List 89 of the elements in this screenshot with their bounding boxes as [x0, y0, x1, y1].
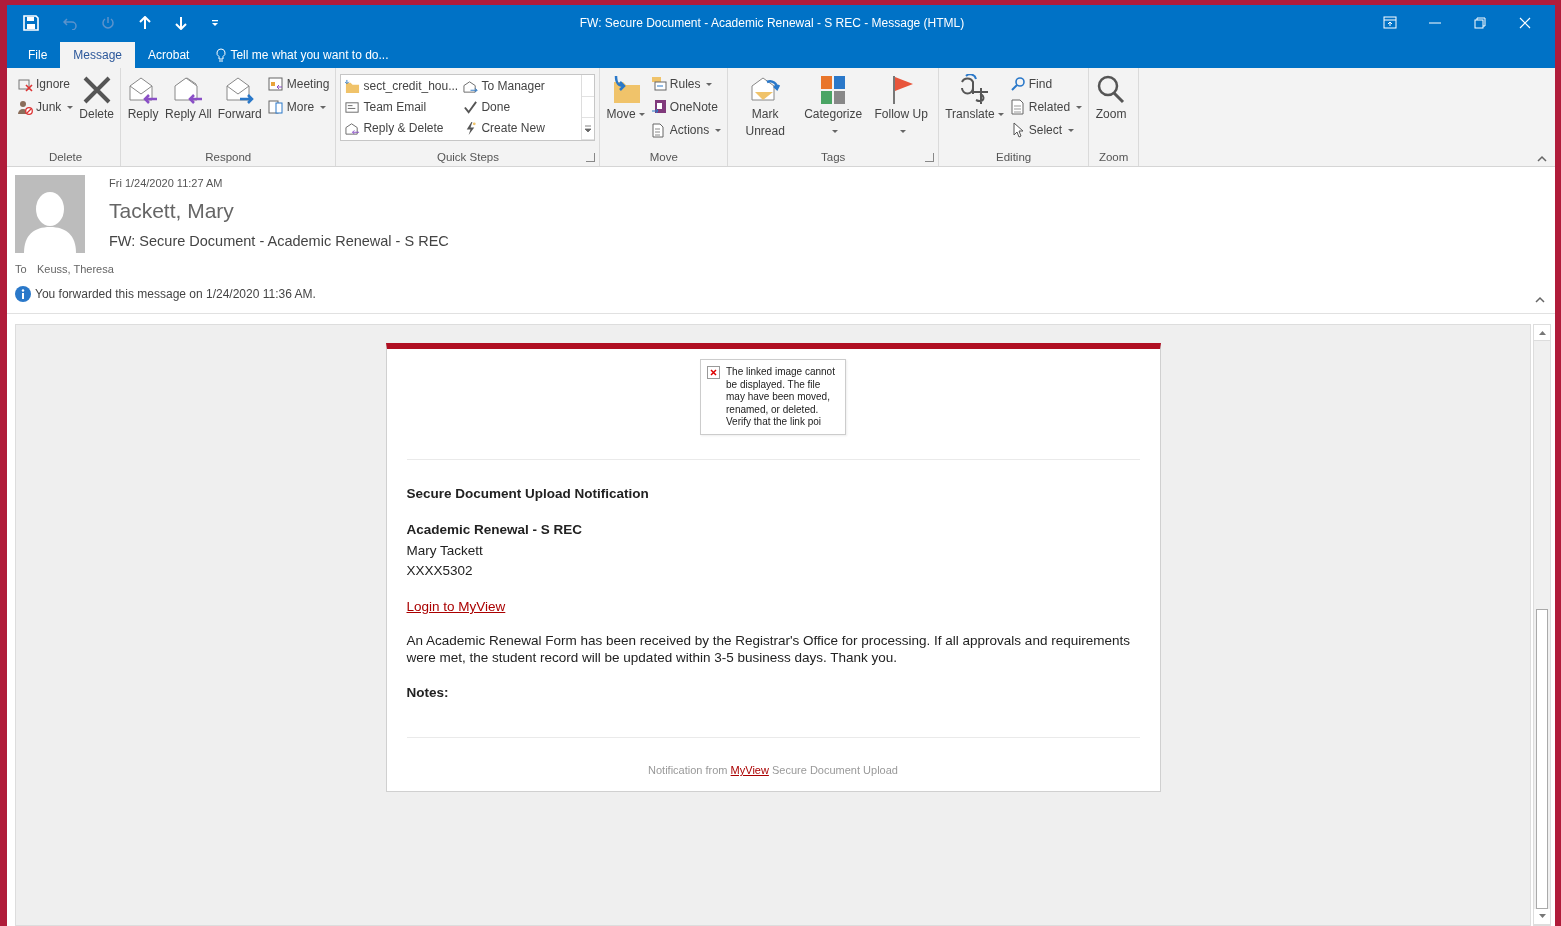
ribbon-button[interactable]: Rules: [648, 73, 724, 95]
group-label: Delete: [48, 150, 83, 163]
footer-text: Secure Document Upload: [771, 764, 898, 777]
message-date: Fri 1/24/2020 11:27 AM: [109, 175, 224, 191]
collapse-ribbon-icon[interactable]: [1537, 154, 1547, 162]
group-label: Quick Steps: [436, 150, 499, 163]
ribbon-tab[interactable]: Message: [60, 41, 136, 68]
checkmark-icon: [463, 99, 479, 115]
ribbon-button[interactable]: Categorize: [800, 71, 867, 148]
to-label: To: [15, 261, 28, 277]
ribbon-button[interactable]: Find: [1007, 73, 1085, 95]
group-label: Move: [649, 150, 678, 163]
scroll-down-icon[interactable]: [1538, 914, 1546, 919]
ribbon-button[interactable]: Junk: [15, 96, 76, 118]
ribbon-button[interactable]: Move: [604, 71, 647, 148]
email-heading: Secure Document Upload Notification: [406, 485, 650, 503]
notebook-icon: [650, 99, 667, 116]
reply-delete-icon: [345, 120, 361, 136]
ribbon-button[interactable]: More: [265, 96, 332, 118]
document-icon: [650, 122, 667, 139]
ribbon-button[interactable]: Forward: [215, 71, 264, 148]
footer-text: Notification from: [648, 764, 728, 777]
envelope-icon: [345, 99, 361, 115]
message-subject: FW: Secure Document - Academic Renewal - S REC: [109, 231, 449, 251]
quick-step-item[interactable]: Team Email: [343, 96, 462, 118]
collapse-header-icon[interactable]: [1535, 296, 1545, 303]
ribbon-button[interactable]: Actions: [648, 119, 724, 141]
more-icon: [267, 99, 284, 116]
ribbon-button[interactable]: Reply All: [163, 71, 214, 148]
student-id: XXXX5302: [406, 561, 474, 580]
up-arrow-icon[interactable]: [139, 16, 151, 31]
ribbon-button[interactable]: OneNote: [648, 96, 724, 118]
quick-step-item[interactable]: sect_credit_hou...: [343, 75, 462, 97]
sender-name: Tackett, Mary: [109, 198, 235, 224]
down-arrow-icon[interactable]: [175, 16, 187, 31]
info-message: You forwarded this message on 1/24/2020 11:36 AM.: [35, 286, 316, 303]
ribbon-button[interactable]: Related: [1007, 96, 1085, 118]
gallery-more-icon[interactable]: [584, 124, 593, 133]
related-document-icon: [1009, 99, 1026, 116]
quick-step-item[interactable]: Create New: [461, 117, 580, 139]
quick-step-item[interactable]: To Manager: [461, 75, 580, 97]
ribbon-tab[interactable]: Acrobat: [135, 41, 203, 68]
tell-me-search[interactable]: Tell me what you want to do...: [210, 41, 395, 68]
quick-step-item[interactable]: Reply & Delete: [343, 117, 462, 139]
forward-envelope-icon: [463, 78, 479, 94]
lightbulb-icon: [216, 47, 227, 62]
recipient-name: Keuss, Theresa: [37, 261, 114, 277]
person-block-icon: [17, 99, 33, 116]
group-label: Zoom: [1098, 150, 1129, 163]
scrollbar[interactable]: [1533, 324, 1551, 926]
ribbon-button[interactable]: Reply: [125, 71, 162, 148]
rules-icon: [650, 76, 667, 93]
dialog-launcher-icon[interactable]: [586, 152, 596, 162]
student-name: Mary Tackett: [406, 541, 484, 560]
quick-step-item[interactable]: Done: [461, 96, 580, 118]
info-icon: [15, 286, 31, 302]
ribbon-button[interactable]: Select: [1007, 119, 1085, 141]
group-label: Editing: [996, 150, 1032, 163]
folder-icon: [345, 78, 361, 94]
ribbon-button[interactable]: Zoom: [1093, 71, 1130, 148]
email-body-text: An Academic Renewal Form has been received by the Registrar's Office for processing. If all approvals and requirements were met, the student record will be updated within 3-5 business days. Thank you.: [406, 633, 1131, 667]
close-icon[interactable]: [1517, 16, 1532, 31]
footer-link[interactable]: MyView: [730, 764, 769, 777]
group-label: Tags: [821, 150, 846, 163]
broken-image-icon: [707, 366, 720, 379]
ribbon-button[interactable]: Delete: [77, 71, 117, 148]
ribbon-tab[interactable]: File: [15, 41, 61, 68]
ribbon-button[interactable]: Meeting: [265, 73, 332, 95]
login-link[interactable]: Login to MyView: [406, 599, 506, 614]
avatar-icon: [15, 174, 85, 253]
ribbon-button[interactable]: Mark Unread: [732, 71, 799, 148]
customize-icon[interactable]: [211, 19, 219, 28]
calendar-icon: [267, 76, 284, 93]
broken-image-text: The linked image cannot be displayed. The file may have been moved, renamed, or deleted. Verify that the link poi: [726, 366, 836, 429]
scrollbar-thumb[interactable]: [1536, 609, 1548, 909]
scroll-up-icon[interactable]: [1538, 330, 1546, 335]
search-icon: [1009, 76, 1026, 93]
dialog-launcher-icon[interactable]: [925, 152, 935, 162]
ribbon-button[interactable]: Translate: [943, 71, 1006, 148]
restore-icon[interactable]: [1472, 16, 1487, 31]
ribbon-display-icon[interactable]: [1382, 16, 1397, 31]
save-icon[interactable]: [23, 15, 39, 32]
notes-label: Notes:: [406, 684, 450, 702]
ribbon-button[interactable]: Follow Up: [868, 71, 935, 148]
ignore-icon: [17, 76, 33, 93]
ribbon-button[interactable]: Ignore: [15, 73, 76, 95]
window-title: FW: Secure Document - Academic Renewal - S REC - Message (HTML): [579, 16, 965, 31]
group-label: Respond: [205, 150, 252, 163]
document-title: Academic Renewal - S REC: [406, 521, 584, 540]
